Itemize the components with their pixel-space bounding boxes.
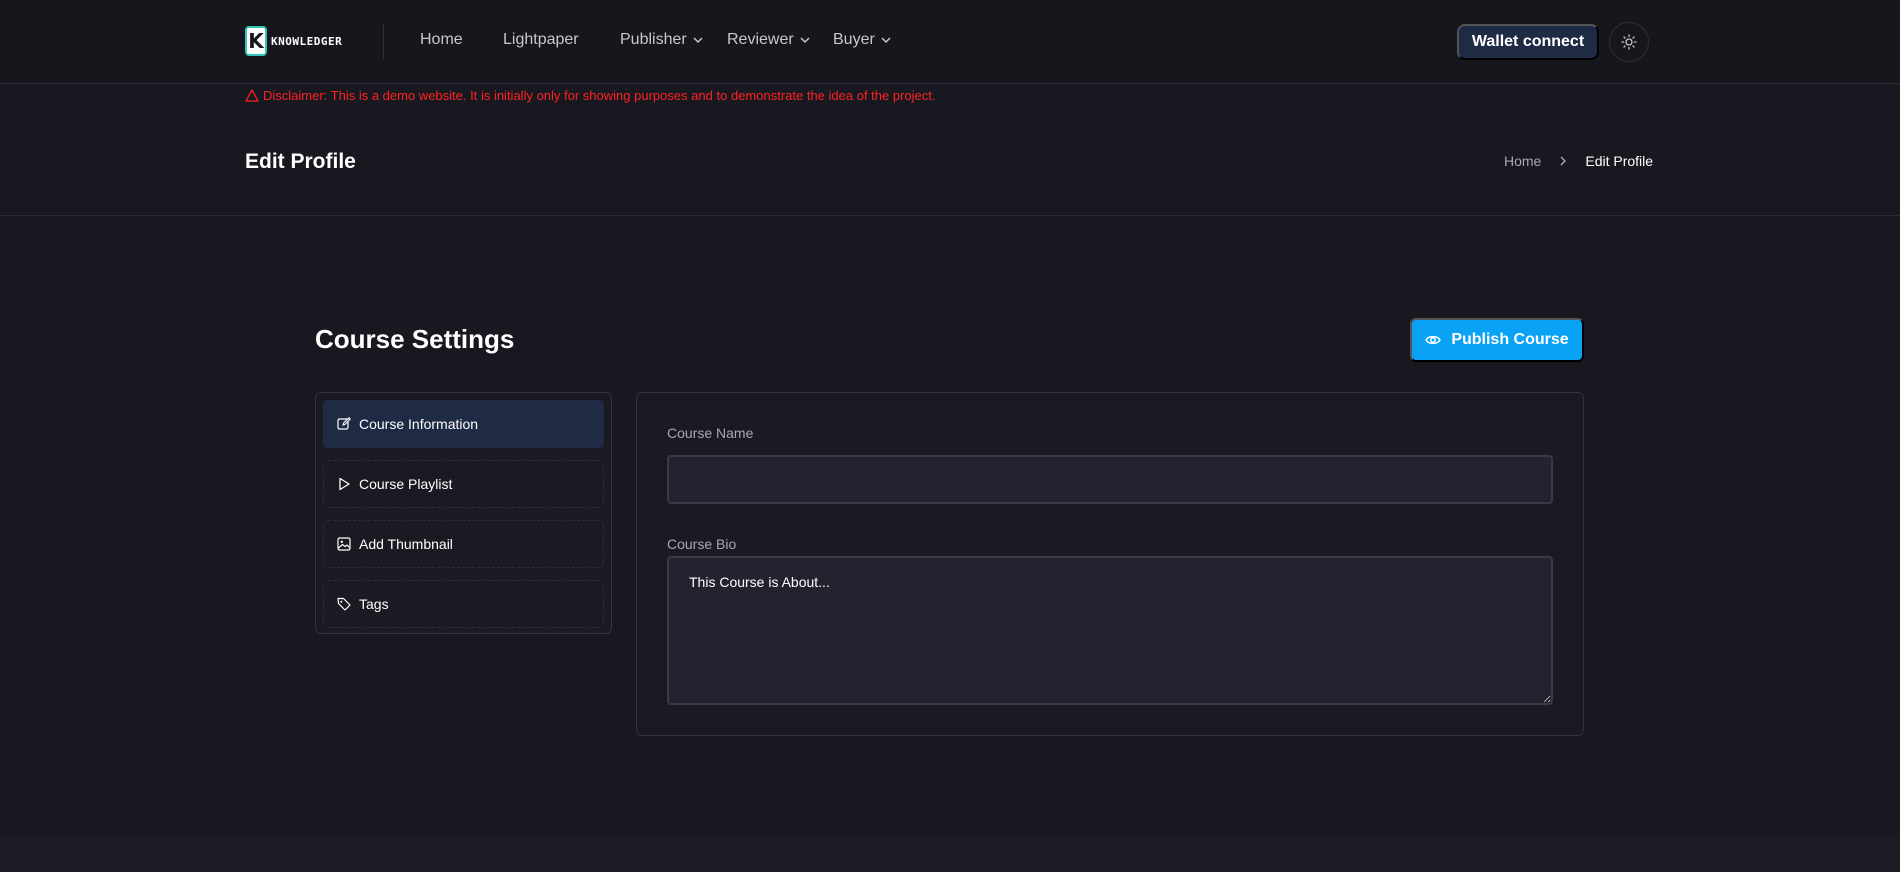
logo-text: KNOWLEDGER bbox=[271, 34, 343, 48]
theme-toggle-button[interactable] bbox=[1609, 22, 1649, 62]
chevron-down-icon bbox=[693, 37, 703, 44]
eye-icon bbox=[1425, 335, 1442, 345]
breadcrumb-home-link[interactable]: Home bbox=[1504, 153, 1541, 169]
nav-reviewer-label: Reviewer bbox=[727, 31, 794, 48]
footer-band bbox=[0, 838, 1900, 872]
tag-icon bbox=[337, 597, 351, 611]
sun-icon bbox=[1621, 34, 1637, 50]
knowledger-logo[interactable]: K KNOWLEDGER bbox=[245, 24, 353, 58]
menu-item-add-thumbnail[interactable]: Add Thumbnail bbox=[323, 520, 604, 568]
menu-item-label: Add Thumbnail bbox=[359, 536, 453, 552]
course-name-label: Course Name bbox=[667, 425, 754, 441]
nav-home-label: Home bbox=[420, 31, 463, 48]
course-settings-title: Course Settings bbox=[315, 324, 515, 354]
play-icon bbox=[339, 477, 350, 491]
disclaimer-text: Disclaimer: This is a demo website. It i… bbox=[263, 88, 936, 103]
top-navbar: K KNOWLEDGER Home Lightpaper Publisher R… bbox=[0, 0, 1900, 84]
image-icon bbox=[337, 537, 351, 551]
menu-item-tags[interactable]: Tags bbox=[323, 580, 604, 628]
nav-buyer[interactable]: Buyer bbox=[833, 31, 892, 49]
nav-publisher[interactable]: Publisher bbox=[620, 31, 704, 49]
menu-item-label: Course Information bbox=[359, 416, 479, 432]
disclaimer-banner: Disclaimer: This is a demo website. It i… bbox=[245, 88, 935, 103]
nav-publisher-label: Publisher bbox=[620, 31, 687, 48]
page-title: Edit Profile bbox=[245, 150, 356, 173]
menu-item-label: Tags bbox=[359, 596, 389, 612]
warning-triangle-icon bbox=[245, 89, 259, 102]
publish-course-label: Publish Course bbox=[1451, 331, 1569, 348]
chevron-down-icon bbox=[800, 37, 810, 44]
menu-item-course-information[interactable]: Course Information bbox=[323, 400, 604, 448]
nav-reviewer[interactable]: Reviewer bbox=[727, 31, 811, 49]
nav-divider bbox=[383, 24, 384, 60]
nav-lightpaper[interactable]: Lightpaper bbox=[503, 31, 579, 49]
nav-lightpaper-label: Lightpaper bbox=[503, 31, 579, 48]
wallet-connect-button[interactable]: Wallet connect bbox=[1457, 24, 1599, 60]
chevron-down-icon bbox=[881, 37, 891, 44]
course-name-input[interactable] bbox=[667, 455, 1553, 504]
edit-icon bbox=[337, 417, 351, 430]
logo-mark-icon: K bbox=[245, 26, 267, 56]
publish-course-button[interactable]: Publish Course bbox=[1410, 318, 1584, 362]
nav-home[interactable]: Home bbox=[420, 31, 463, 49]
menu-item-course-playlist[interactable]: Course Playlist bbox=[323, 460, 604, 508]
breadcrumb: Home Edit Profile bbox=[1504, 153, 1653, 169]
course-settings-menu: Course Information Course Playlist Add T… bbox=[315, 392, 612, 634]
course-bio-textarea[interactable] bbox=[667, 556, 1553, 705]
menu-item-label: Course Playlist bbox=[359, 476, 453, 492]
course-information-form: Course Name Course Bio bbox=[636, 392, 1584, 736]
breadcrumb-current: Edit Profile bbox=[1585, 153, 1654, 169]
nav-buyer-label: Buyer bbox=[833, 31, 875, 48]
course-bio-label: Course Bio bbox=[667, 536, 737, 552]
chevron-right-icon bbox=[1560, 156, 1567, 166]
